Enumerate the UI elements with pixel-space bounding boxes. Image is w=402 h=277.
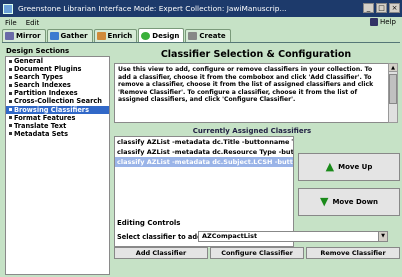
classifier-combobox[interactable]: AZCompactList ▼ xyxy=(198,231,388,242)
sidebar-item-search-indexes[interactable]: Search Indexes xyxy=(6,81,109,89)
sidebar-item-search-types[interactable]: Search Types xyxy=(6,73,109,81)
tab-create[interactable]: Create xyxy=(185,29,231,42)
bullet-icon xyxy=(9,91,12,95)
bullet-icon xyxy=(9,100,12,104)
move-down-button[interactable]: ▼ Move Down xyxy=(298,188,400,216)
scroll-up-icon[interactable]: ▲ xyxy=(389,64,397,72)
sidebar-item-label: Browsing Classifiers xyxy=(14,105,89,114)
classifier-panel: Classifier Selection & Configuration Use… xyxy=(112,45,400,275)
design-sections-title: Design Sections xyxy=(6,47,70,55)
bullet-icon xyxy=(9,75,12,79)
tab-label: Enrich xyxy=(107,32,133,40)
tab-enrich[interactable]: Enrich xyxy=(93,29,138,42)
instructions-text: Use this view to add, configure or remov… xyxy=(114,63,390,123)
list-item[interactable]: classify AZList -metadata dc.Resource Ty… xyxy=(115,147,293,157)
mirror-icon xyxy=(5,32,14,40)
enrich-icon xyxy=(96,32,106,40)
list-item[interactable]: classify AZList -metadata dc.Subject.LCS… xyxy=(115,157,293,167)
sidebar-item-translate-text[interactable]: Translate Text xyxy=(6,122,109,130)
bullet-icon xyxy=(9,67,12,71)
tab-label: Design xyxy=(152,31,180,40)
bullet-icon xyxy=(9,59,12,63)
help-label: Help xyxy=(380,18,396,26)
minimize-button[interactable]: _ xyxy=(363,3,374,13)
help-icon xyxy=(370,18,379,26)
sidebar-item-label: Metadata Sets xyxy=(14,129,68,138)
menu-file[interactable]: File xyxy=(5,19,17,27)
chevron-down-icon[interactable]: ▼ xyxy=(378,232,387,241)
bullet-icon xyxy=(9,116,12,120)
window-title: Greenstone Librarian Interface Mode: Exp… xyxy=(18,4,287,13)
menu-edit[interactable]: Edit xyxy=(26,19,40,27)
remove-classifier-button[interactable]: Remove Classifier xyxy=(306,247,400,259)
sidebar-item-format-features[interactable]: Format Features xyxy=(6,114,109,122)
sidebar-item-label: Format Features xyxy=(14,113,76,122)
editing-controls: Editing Controls Select classifier to ad… xyxy=(114,217,400,275)
bullet-icon xyxy=(9,124,12,128)
help-menu[interactable]: Help xyxy=(370,18,396,26)
tab-mirror[interactable]: Mirror xyxy=(2,29,46,42)
instructions-scrollbar[interactable]: ▲ xyxy=(388,63,398,123)
design-sections-list: General Document Plugins Search Types Se… xyxy=(5,56,110,275)
menu-bar: File Edit Help xyxy=(0,17,402,29)
gather-icon xyxy=(49,32,59,40)
move-up-label: Move Up xyxy=(338,163,373,171)
move-down-label: Move Down xyxy=(332,198,379,206)
design-sections-panel: Design Sections General Document Plugins… xyxy=(3,45,110,275)
list-item[interactable]: classify AZList -metadata dc.Title -butt… xyxy=(115,137,293,147)
sidebar-item-label: Partition Indexes xyxy=(14,89,78,98)
sidebar-item-browsing-classifiers[interactable]: Browsing Classifiers xyxy=(6,105,109,114)
move-up-button[interactable]: ▲ Move Up xyxy=(298,153,400,181)
maximize-button[interactable]: □ xyxy=(376,3,387,13)
tab-label: Gather xyxy=(60,32,88,40)
combobox-value: AZCompactList xyxy=(202,232,258,240)
add-classifier-button[interactable]: Add Classifier xyxy=(114,247,208,259)
configure-classifier-button[interactable]: Configure Classifier xyxy=(210,247,304,259)
sidebar-item-general[interactable]: General xyxy=(6,57,109,65)
sidebar-item-label: Document Plugins xyxy=(14,65,82,74)
arrow-up-icon: ▲ xyxy=(325,160,335,173)
sidebar-item-label: General xyxy=(14,57,44,65)
arrow-down-icon: ▼ xyxy=(319,195,329,208)
page-title: Classifier Selection & Configuration xyxy=(160,49,352,60)
bullet-icon xyxy=(9,132,12,136)
sidebar-item-label: Search Indexes xyxy=(14,81,71,90)
select-classifier-row: Select classifier to add: xyxy=(117,233,204,241)
sidebar-item-partition-indexes[interactable]: Partition Indexes xyxy=(6,89,109,97)
tab-design[interactable]: Design xyxy=(138,28,185,42)
tab-gather[interactable]: Gather xyxy=(46,29,93,42)
sidebar-item-document-plugins[interactable]: Document Plugins xyxy=(6,65,109,73)
close-button[interactable]: × xyxy=(389,3,400,13)
title-bar: Greenstone Librarian Interface Mode: Exp… xyxy=(0,0,402,17)
editing-controls-title: Editing Controls xyxy=(117,219,181,227)
sidebar-item-cross-collection-search[interactable]: Cross-Collection Search xyxy=(6,97,109,105)
tab-label: Mirror xyxy=(16,32,41,40)
sidebar-item-metadata-sets[interactable]: Metadata Sets xyxy=(6,130,109,138)
sidebar-item-label: Search Types xyxy=(14,73,63,82)
bullet-icon xyxy=(9,83,12,87)
design-icon xyxy=(141,31,151,40)
sidebar-item-label: Cross-Collection Search xyxy=(14,97,102,106)
assigned-classifiers-label: Currently Assigned Classifiers xyxy=(192,127,312,135)
tab-bar: Mirror Gather Enrich Design Create xyxy=(2,28,400,43)
sidebar-item-label: Translate Text xyxy=(14,121,67,130)
scroll-thumb[interactable] xyxy=(389,74,397,104)
tab-label: Create xyxy=(199,32,226,40)
app-icon xyxy=(3,3,13,14)
select-classifier-label: Select classifier to add: xyxy=(117,233,205,241)
bullet-icon xyxy=(9,108,12,112)
create-icon xyxy=(188,32,198,40)
